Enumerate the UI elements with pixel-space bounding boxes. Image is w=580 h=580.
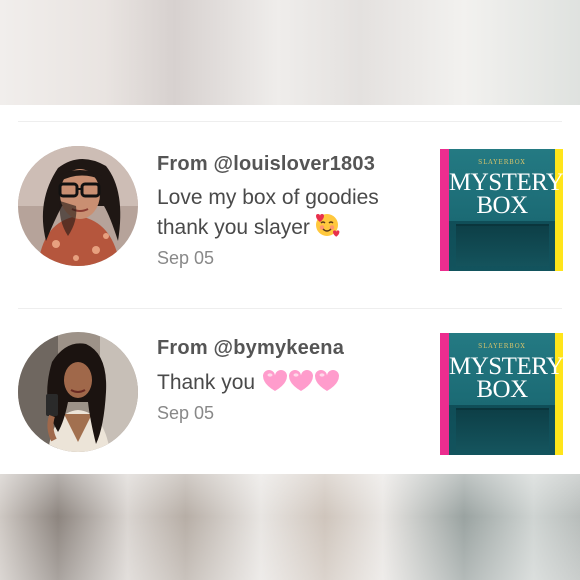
- message-date: Sep 05: [157, 403, 215, 423]
- message-date: Sep 05: [157, 248, 215, 268]
- message-line: thank you slayer: [157, 216, 310, 239]
- yellow-stripe: [555, 149, 563, 271]
- pink-stripe: [440, 333, 449, 455]
- thumbnail-brand: SLAYERBOX: [478, 159, 526, 166]
- message-text: Love my box of goodies thank you slayer: [157, 183, 379, 246]
- mystery-box-thumbnail[interactable]: SLAYERBOX MYSTERY BOX: [440, 333, 563, 455]
- yellow-stripe: [555, 333, 563, 455]
- avatar[interactable]: [18, 146, 138, 266]
- message-text: Thank you: [157, 367, 341, 401]
- box-interior: [456, 408, 549, 450]
- sender-handle[interactable]: From @bymykeena: [157, 337, 344, 360]
- sender-handle[interactable]: From @louislover1803: [157, 153, 375, 176]
- blurred-background-top: [0, 0, 580, 105]
- message-line: Love my box of goodies: [157, 186, 379, 209]
- thumbnail-title: MYSTERY BOX: [449, 353, 563, 403]
- message-line-wrap: thank you slayer: [157, 212, 379, 246]
- avatar[interactable]: [18, 332, 138, 452]
- love-notes-panel: From @louislover1803 Love my box of good…: [0, 105, 580, 474]
- blurred-background-bottom: [0, 474, 580, 580]
- pink-hearts-icon: [261, 367, 341, 401]
- list-item[interactable]: From @louislover1803 Love my box of good…: [0, 135, 580, 285]
- message-line: Thank you: [157, 371, 256, 394]
- divider: [18, 121, 562, 122]
- list-item[interactable]: From @bymykeena Thank you Sep 05 SLAYERB…: [0, 319, 580, 469]
- smiling-face-with-hearts-icon: [314, 212, 340, 246]
- thumbnail-title: MYSTERY BOX: [449, 169, 563, 219]
- mystery-box-thumbnail[interactable]: SLAYERBOX MYSTERY BOX: [440, 149, 563, 271]
- thumbnail-brand: SLAYERBOX: [478, 343, 526, 350]
- box-interior: [456, 224, 549, 266]
- pink-stripe: [440, 149, 449, 271]
- divider: [18, 308, 562, 309]
